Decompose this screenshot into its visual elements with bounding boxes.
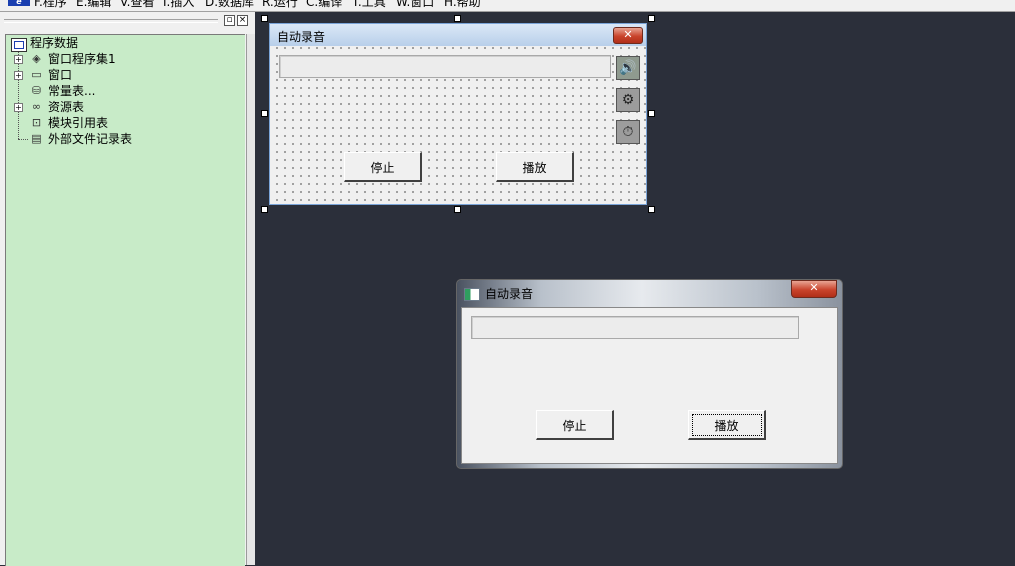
- panel-header: ▫ ×: [0, 12, 255, 28]
- menu-insert[interactable]: I.插入: [163, 0, 194, 9]
- tree-item-label: 资源表: [48, 100, 85, 114]
- tree-item-label: 外部文件记录表: [48, 132, 133, 146]
- tree-item-external-files[interactable]: ▤ 外部文件记录表: [14, 131, 214, 147]
- resize-handle[interactable]: [261, 110, 268, 117]
- resources-icon: ∞: [31, 100, 42, 113]
- preview-play-button[interactable]: 播放: [688, 410, 766, 440]
- resize-handle[interactable]: [261, 206, 268, 213]
- expand-icon[interactable]: +: [14, 55, 23, 64]
- resize-handle[interactable]: [648, 206, 655, 213]
- tree-item-window-assembly[interactable]: + ◈ 窗口程序集1: [14, 51, 214, 67]
- tree-item-label: 窗口程序集1: [48, 52, 116, 66]
- tree-item-label: 常量表...: [48, 84, 96, 98]
- menu-view[interactable]: V.查看: [120, 0, 154, 9]
- preview-title: 自动录音: [485, 287, 534, 301]
- expand-icon[interactable]: +: [14, 71, 23, 80]
- preview-titlebar[interactable]: 自动录音 ✕: [457, 280, 842, 306]
- panel-close-button[interactable]: ×: [237, 15, 248, 26]
- menu-database[interactable]: D.数据库: [205, 0, 254, 9]
- resize-handle[interactable]: [454, 206, 461, 213]
- resize-handle[interactable]: [648, 110, 655, 117]
- module-icon: ⊡: [31, 116, 42, 129]
- designer-progress-bar[interactable]: [279, 55, 611, 78]
- tree-item-window[interactable]: + ▭ 窗口: [14, 67, 214, 83]
- menu-edit[interactable]: E.编辑: [76, 0, 111, 9]
- constants-icon: ⛁: [31, 84, 42, 97]
- designer-stop-button[interactable]: 停止: [344, 152, 422, 182]
- tree-root-label: 程序数据: [30, 36, 79, 50]
- designer-title: 自动录音: [277, 30, 326, 44]
- designer-form[interactable]: 自动录音 ✕ 🔊 ⚙ ⏱ 停止 播放: [269, 23, 647, 205]
- resize-handle[interactable]: [454, 15, 461, 22]
- panel-restore-button[interactable]: ▫: [224, 15, 235, 26]
- preview-stop-button[interactable]: 停止: [536, 410, 614, 440]
- designer-play-button[interactable]: 播放: [496, 152, 574, 182]
- tree-item-label: 窗口: [48, 68, 73, 82]
- tree-item-constants[interactable]: ⛁ 常量表...: [14, 83, 214, 99]
- designer-close-button[interactable]: ✕: [613, 27, 643, 44]
- tree-item-resources[interactable]: + ∞ 资源表: [14, 99, 214, 115]
- file-icon: ▤: [31, 132, 42, 145]
- layers-icon: ◈: [32, 52, 41, 65]
- tree-item-label: 模块引用表: [48, 116, 109, 130]
- selection-tool-icon[interactable]: ⚙: [616, 88, 640, 112]
- app-window-icon: [464, 288, 480, 301]
- program-data-icon: [11, 38, 27, 52]
- tree-item-module-refs[interactable]: ⊡ 模块引用表: [14, 115, 214, 131]
- menu-bar: e F.程序 E.编辑 V.查看 I.插入 D.数据库 R.运行 C.编译 T.…: [0, 0, 1015, 12]
- expand-icon[interactable]: +: [14, 103, 23, 112]
- menu-tools[interactable]: T.工具: [352, 0, 386, 9]
- menu-program[interactable]: F.程序: [34, 0, 67, 9]
- menu-compile[interactable]: C.编译: [306, 0, 342, 9]
- preview-progress-bar[interactable]: [471, 316, 799, 339]
- panel-grip[interactable]: [4, 19, 218, 23]
- tree-scrollbar[interactable]: [246, 34, 255, 565]
- window-icon: ▭: [31, 68, 42, 81]
- preview-window[interactable]: 自动录音 ✕ 停止 播放: [456, 279, 843, 469]
- menu-run[interactable]: R.运行: [262, 0, 298, 9]
- app-logo-icon: e: [8, 0, 30, 6]
- menu-window[interactable]: W.窗口: [396, 0, 434, 9]
- audio-icon[interactable]: 🔊: [616, 56, 640, 80]
- designer-titlebar[interactable]: 自动录音 ✕: [270, 24, 646, 46]
- project-tree: 程序数据 + ◈ 窗口程序集1 + ▭ 窗口 ⛁ 常量表... + ∞ 资源表 …: [5, 34, 245, 566]
- preview-close-button[interactable]: ✕: [791, 280, 837, 298]
- resize-handle[interactable]: [261, 15, 268, 22]
- project-panel: ▫ × 程序数据 + ◈ 窗口程序集1 + ▭ 窗口 ⛁ 常量表... + ∞ …: [0, 12, 255, 566]
- menu-help[interactable]: H.帮助: [444, 0, 481, 9]
- resize-handle[interactable]: [648, 15, 655, 22]
- timer-icon[interactable]: ⏱: [616, 120, 640, 144]
- preview-client-area: 停止 播放: [461, 307, 838, 464]
